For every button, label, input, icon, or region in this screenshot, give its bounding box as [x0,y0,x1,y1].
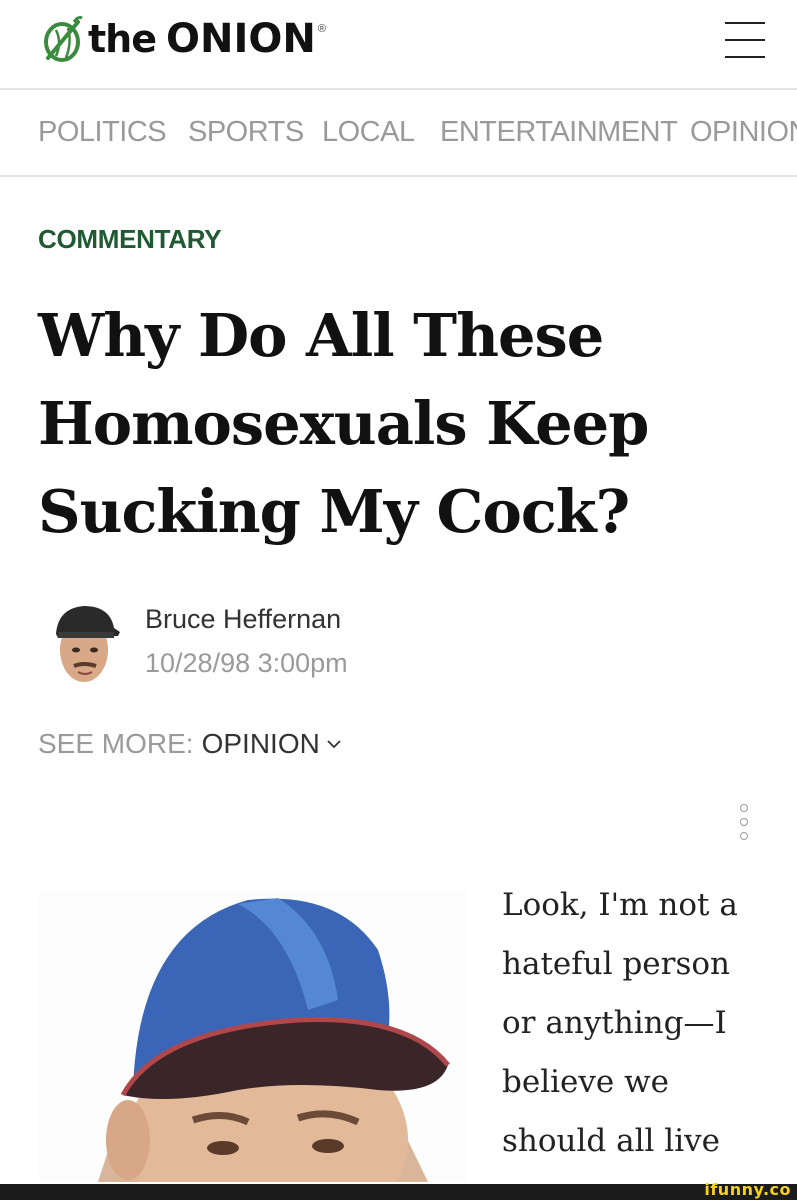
article-body: Look, I'm not a hateful person or anythi… [502,876,772,1171]
site-header: the ONION ® [0,0,797,88]
ifunny-watermark: ifunny.co [704,1180,791,1199]
chevron-down-icon[interactable] [326,736,342,752]
see-more-link[interactable]: OPINION [202,728,320,760]
author-name[interactable]: Bruce Heffernan [145,604,341,635]
body-line: or anything—I [502,1005,727,1041]
article-image [38,890,468,1182]
author-avatar[interactable] [48,598,120,690]
hamburger-menu-icon[interactable] [725,22,765,58]
headline-line: Homosexuals Keep [38,389,649,458]
nav-item-opinion[interactable]: OPINION [690,116,797,149]
headline-line: Sucking My Cock? [38,477,630,546]
photo-man-in-cap [38,890,468,1182]
body-line: believe we [502,1064,669,1100]
site-logo[interactable]: the ONION ® [38,14,326,64]
see-more: SEE MORE: OPINION [38,728,342,760]
see-more-label: SEE MORE: [38,728,194,759]
registered-mark: ® [317,23,326,35]
vertical-dots-icon[interactable] [738,804,752,844]
publish-date: 10/28/98 3:00pm [145,648,348,678]
watermark-bar [0,1184,797,1200]
nav-item-local[interactable]: LOCAL [322,116,415,149]
nav-item-politics[interactable]: POLITICS [38,116,167,149]
article-headline: Why Do All These Homosexuals Keep Suckin… [38,292,778,556]
logo-onion-text: ONION [166,16,316,62]
headline-line: Why Do All These [38,301,604,370]
logo-the-text: the [88,17,157,61]
body-line: hateful person [502,946,731,982]
nav-item-entertainment[interactable]: ENTERTAINMENT [440,116,678,149]
body-line: should all live [502,1123,720,1159]
onion-logo-icon [44,16,83,62]
section-label[interactable]: COMMENTARY [38,224,222,255]
section-nav: POLITICS SPORTS LOCAL ENTERTAINMENT OPIN… [0,90,797,176]
body-line: Look, I'm not a [502,887,738,923]
nav-divider [0,175,797,177]
nav-item-sports[interactable]: SPORTS [188,116,304,149]
